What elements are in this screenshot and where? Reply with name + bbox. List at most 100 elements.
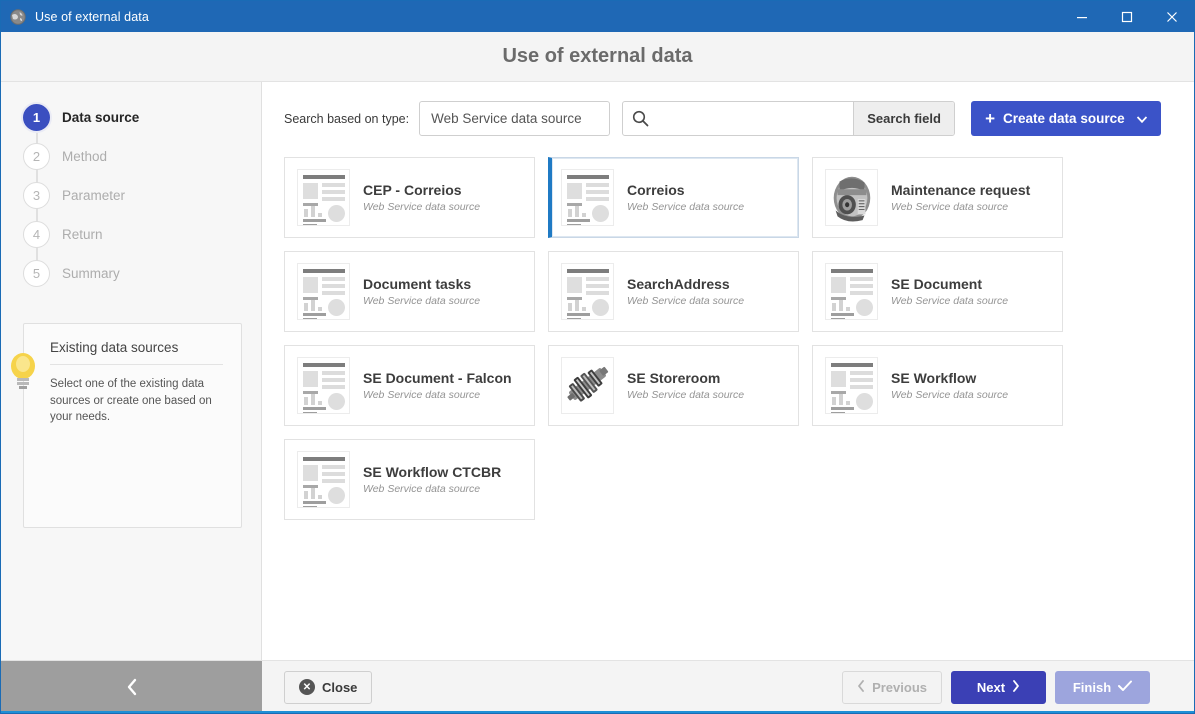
previous-button-label: Previous bbox=[872, 679, 927, 695]
card-subtitle: Web Service data source bbox=[627, 295, 745, 307]
step-number-3: 3 bbox=[23, 182, 50, 209]
data-source-card[interactable]: SE Workflow CTCBR Web Service data sourc… bbox=[284, 439, 535, 520]
data-source-card[interactable]: Correios Web Service data source bbox=[548, 157, 799, 238]
create-data-source-button[interactable]: + Create data source bbox=[971, 101, 1161, 136]
footer-bar: ✕ Close Previous Next Finish bbox=[1, 660, 1194, 713]
previous-button[interactable]: Previous bbox=[842, 670, 942, 704]
create-data-source-label: Create data source bbox=[1003, 111, 1125, 126]
lightbulb-icon bbox=[9, 351, 37, 391]
search-group: Search field bbox=[622, 101, 956, 136]
close-circle-icon: ✕ bbox=[299, 679, 315, 695]
search-toolbar: Search based on type: Web Service data s… bbox=[262, 82, 1194, 136]
wizard-steps: 1 Data source 2 Method 3 Parameter 4 Ret… bbox=[1, 82, 261, 293]
plus-icon: + bbox=[985, 109, 996, 128]
alternator-photo bbox=[825, 169, 878, 226]
card-subtitle: Web Service data source bbox=[627, 389, 745, 401]
document-icon bbox=[297, 451, 350, 508]
sidebar-item-summary[interactable]: 5 Summary bbox=[1, 254, 261, 293]
checkmark-icon bbox=[1118, 680, 1133, 695]
card-title: SE Workflow CTCBR bbox=[363, 464, 502, 480]
search-field-button[interactable]: Search field bbox=[853, 102, 955, 135]
card-subtitle: Web Service data source bbox=[363, 201, 481, 213]
window-title: Use of external data bbox=[35, 9, 149, 24]
step-number-2: 2 bbox=[23, 143, 50, 170]
content-body: 1 Data source 2 Method 3 Parameter 4 Ret… bbox=[1, 82, 1194, 660]
step-label-3: Parameter bbox=[62, 188, 126, 203]
data-source-card[interactable]: SE Workflow Web Service data source bbox=[812, 345, 1063, 426]
card-title: SE Document - Falcon bbox=[363, 370, 512, 386]
finish-button[interactable]: Finish bbox=[1055, 670, 1150, 704]
minimize-icon[interactable] bbox=[1059, 1, 1104, 32]
search-type-select-wrap: Web Service data source bbox=[419, 101, 611, 136]
data-source-card[interactable]: SE Document Web Service data source bbox=[812, 251, 1063, 332]
page-title: Use of external data bbox=[502, 45, 693, 67]
step-label-1: Data source bbox=[62, 110, 140, 125]
card-subtitle: Web Service data source bbox=[891, 295, 1009, 307]
search-icon bbox=[623, 102, 657, 135]
footer-actions: ✕ Close Previous Next Finish bbox=[262, 661, 1172, 713]
step-label-4: Return bbox=[62, 227, 103, 242]
card-subtitle: Web Service data source bbox=[891, 389, 1009, 401]
card-title: Document tasks bbox=[363, 276, 472, 292]
hint-panel: Existing data sources Select one of the … bbox=[11, 323, 242, 528]
data-source-card[interactable]: SE Storeroom Web Service data source bbox=[548, 345, 799, 426]
chevron-right-icon bbox=[1012, 679, 1020, 695]
close-button-label: Close bbox=[322, 679, 358, 695]
caret-down-icon[interactable] bbox=[1136, 111, 1147, 126]
hint-box: Existing data sources Select one of the … bbox=[23, 323, 242, 528]
step-number-5: 5 bbox=[23, 260, 50, 287]
app-window: Use of external data Use of external dat… bbox=[0, 0, 1195, 714]
finish-button-label: Finish bbox=[1072, 679, 1112, 695]
sidebar-collapse-button[interactable] bbox=[1, 661, 262, 713]
document-icon bbox=[825, 357, 878, 414]
globe-icon bbox=[10, 8, 26, 25]
card-title: SE Workflow bbox=[891, 370, 977, 386]
document-icon bbox=[297, 357, 350, 414]
title-bar: Use of external data bbox=[1, 1, 1194, 32]
document-icon bbox=[297, 169, 350, 226]
sidebar-item-return[interactable]: 4 Return bbox=[1, 215, 261, 254]
step-number-4: 4 bbox=[23, 221, 50, 248]
close-icon[interactable] bbox=[1149, 1, 1194, 32]
wizard-sidebar: 1 Data source 2 Method 3 Parameter 4 Ret… bbox=[1, 82, 262, 660]
document-icon bbox=[561, 263, 614, 320]
hint-text: Select one of the existing data sources … bbox=[50, 378, 212, 424]
search-input[interactable] bbox=[657, 102, 854, 135]
card-title: SE Storeroom bbox=[627, 370, 721, 386]
data-source-card[interactable]: SearchAddress Web Service data source bbox=[548, 251, 799, 332]
accent-edge bbox=[1, 711, 1194, 713]
window-controls bbox=[1059, 1, 1194, 32]
page-header: Use of external data bbox=[1, 32, 1194, 82]
card-subtitle: Web Service data source bbox=[891, 201, 1009, 213]
maximize-icon[interactable] bbox=[1104, 1, 1149, 32]
data-source-card[interactable]: Maintenance request Web Service data sou… bbox=[812, 157, 1063, 238]
document-icon bbox=[297, 263, 350, 320]
step-label-2: Method bbox=[62, 149, 108, 164]
card-title: SE Document bbox=[891, 276, 983, 292]
close-button[interactable]: ✕ Close bbox=[284, 670, 373, 704]
data-source-card[interactable]: SE Document - Falcon Web Service data so… bbox=[284, 345, 535, 426]
step-label-5: Summary bbox=[62, 266, 120, 281]
sidebar-item-data-source[interactable]: 1 Data source bbox=[1, 98, 261, 137]
crankshaft-photo bbox=[561, 357, 614, 414]
document-icon bbox=[561, 169, 614, 226]
card-subtitle: Web Service data source bbox=[363, 483, 481, 495]
next-button-label: Next bbox=[976, 679, 1006, 695]
card-title: Maintenance request bbox=[891, 182, 1031, 198]
sidebar-item-parameter[interactable]: 3 Parameter bbox=[1, 176, 261, 215]
next-button[interactable]: Next bbox=[951, 670, 1046, 704]
chevron-left-icon bbox=[125, 678, 139, 696]
sidebar-item-method[interactable]: 2 Method bbox=[1, 137, 261, 176]
main-panel: Search based on type: Web Service data s… bbox=[262, 82, 1194, 660]
chevron-left-small-icon bbox=[857, 679, 865, 695]
card-subtitle: Web Service data source bbox=[363, 389, 481, 401]
hint-title: Existing data sources bbox=[50, 340, 223, 365]
step-number-1: 1 bbox=[23, 104, 50, 131]
data-source-card[interactable]: Document tasks Web Service data source bbox=[284, 251, 535, 332]
data-source-card[interactable]: CEP - Correios Web Service data source bbox=[284, 157, 535, 238]
card-subtitle: Web Service data source bbox=[627, 201, 745, 213]
document-icon bbox=[825, 263, 878, 320]
search-type-select[interactable]: Web Service data source bbox=[419, 101, 611, 136]
search-type-label: Search based on type: bbox=[284, 111, 410, 126]
